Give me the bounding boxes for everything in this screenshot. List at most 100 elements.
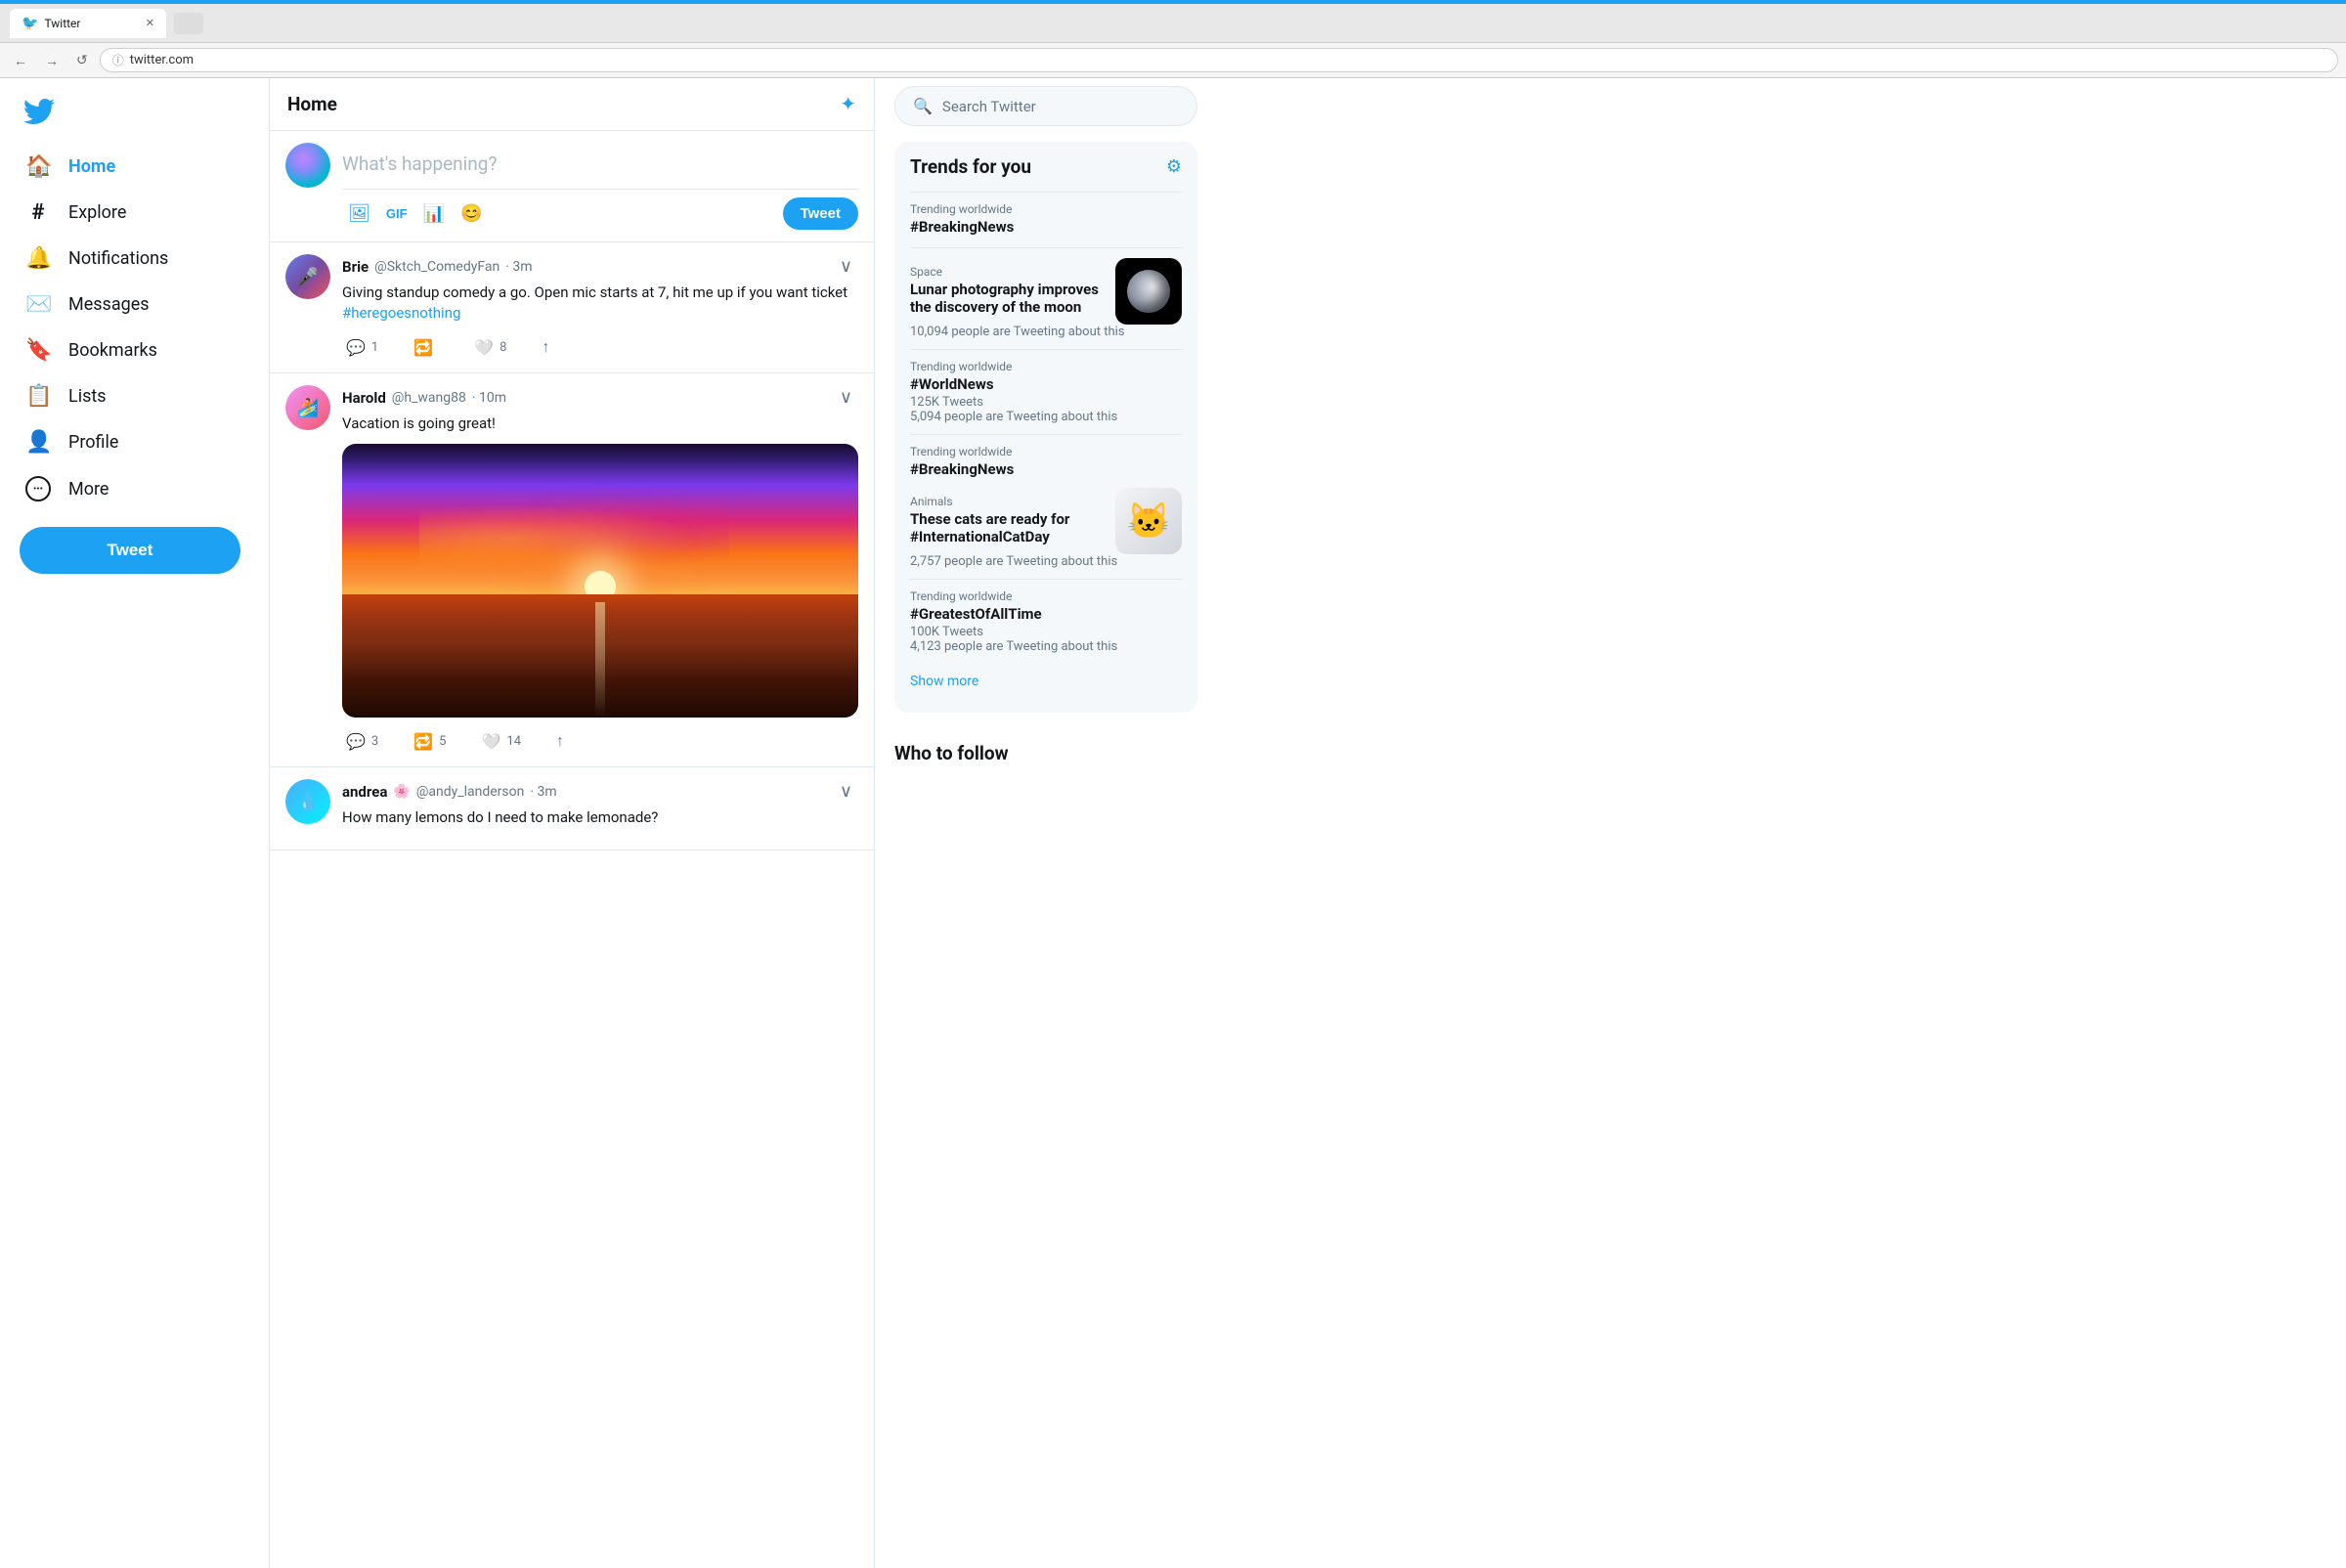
search-box[interactable]: 🔍 Search Twitter <box>894 86 1197 126</box>
tweet-header-andrea: andrea 🌸 @andy_landerson · 3m ∨ <box>342 779 858 804</box>
retweet-count-harold: 5 <box>439 734 446 749</box>
tweet-more-button-andrea[interactable]: ∨ <box>834 779 858 804</box>
nav-item-more[interactable]: ••• More <box>12 466 257 511</box>
forward-button[interactable]: → <box>39 51 65 70</box>
tweet-handle-harold: @h_wang88 <box>392 390 466 406</box>
nav-item-home[interactable]: 🏠 Home <box>12 145 257 189</box>
feed-title: Home <box>287 93 337 115</box>
back-button[interactable]: ← <box>8 51 33 70</box>
trend-tag-1: Lunar photography improves the discovery… <box>910 281 1115 316</box>
tweet-time-andrea: · 3m <box>530 784 556 800</box>
tab-close-button[interactable]: ✕ <box>146 17 154 29</box>
andrea-emoji: 🌸 <box>393 784 410 800</box>
trend-item-3[interactable]: Trending worldwide #BreakingNews Animals… <box>910 434 1182 579</box>
share-action-harold[interactable]: ↑ <box>552 727 568 755</box>
like-icon: 🤍 <box>474 338 494 357</box>
reply-action-harold[interactable]: 💬 3 <box>342 727 382 755</box>
tweet-name-brie: Brie <box>342 258 369 276</box>
nav-label-home: Home <box>68 156 115 177</box>
nav-item-notifications[interactable]: 🔔 Notifications <box>12 237 257 281</box>
reply-icon: 💬 <box>346 338 366 357</box>
browser-chrome: 🐦 Twitter ✕ <box>0 4 2346 43</box>
address-text: twitter.com <box>130 53 194 67</box>
sparkle-icon[interactable]: ✦ <box>840 92 856 116</box>
trend-category-3: Trending worldwide <box>910 445 1182 458</box>
nav-label-explore: Explore <box>68 202 126 223</box>
tweet-time-brie: · 3m <box>505 259 532 275</box>
tweet-item[interactable]: 🎤 Brie @Sktch_ComedyFan · 3m ∨ Giving st… <box>270 242 874 373</box>
trend-with-image-cats: Animals These cats are ready for #Intern… <box>910 488 1182 554</box>
poll-button[interactable]: 📊 <box>417 197 451 230</box>
lists-icon: 📋 <box>25 384 51 409</box>
trend-thumb-moon <box>1115 258 1182 325</box>
share-action-brie[interactable]: ↑ <box>538 333 553 361</box>
address-bar[interactable]: ⓘ twitter.com <box>100 48 2338 72</box>
trend-category-1: Space <box>910 265 1115 279</box>
tweet-avatar-brie: 🎤 <box>285 254 330 299</box>
nav-label-notifications: Notifications <box>68 248 168 269</box>
trend-text-1: Space Lunar photography improves the dis… <box>910 265 1115 318</box>
tweet-user-info-brie: Brie @Sktch_ComedyFan · 3m <box>342 258 533 276</box>
trends-settings-icon[interactable]: ⚙ <box>1166 156 1182 177</box>
nav-label-bookmarks: Bookmarks <box>68 340 157 361</box>
new-tab-button[interactable] <box>174 13 203 34</box>
home-icon: 🏠 <box>25 154 51 179</box>
bookmarks-icon: 🔖 <box>25 338 51 363</box>
trend-category-0: Trending worldwide <box>910 202 1182 216</box>
tweet-more-button-harold[interactable]: ∨ <box>834 385 858 410</box>
tweet-handle-andrea: @andy_landerson <box>416 784 525 800</box>
tweet-actions-brie: 💬 1 🔁 🤍 8 ↑ <box>342 333 858 361</box>
browser-nav: ← → ↺ ⓘ twitter.com <box>0 43 2346 78</box>
twitter-logo[interactable] <box>12 86 257 141</box>
search-placeholder: Search Twitter <box>942 98 1036 115</box>
tweet-avatar-harold: 🏄 <box>285 385 330 430</box>
sunset-image <box>342 444 858 718</box>
emoji-button[interactable]: 😊 <box>455 197 488 230</box>
compose-input[interactable]: What's happening? <box>342 143 858 189</box>
show-more-link[interactable]: Show more <box>910 664 1182 699</box>
reply-count-brie: 1 <box>371 340 378 355</box>
address-info-icon: ⓘ <box>112 52 124 68</box>
trend-extra-5: 4,123 people are Tweeting about this <box>910 639 1182 654</box>
trend-item-5[interactable]: Trending worldwide #GreatestOfAllTime 10… <box>910 579 1182 664</box>
retweet-action-brie[interactable]: 🔁 <box>410 333 443 361</box>
trend-item-2[interactable]: Trending worldwide #WorldNews 125K Tweet… <box>910 349 1182 434</box>
like-action-harold[interactable]: 🤍 14 <box>477 727 525 755</box>
nav-item-messages[interactable]: ✉️ Messages <box>12 283 257 327</box>
tweet-more-button-brie[interactable]: ∨ <box>834 254 858 279</box>
nav-item-profile[interactable]: 👤 Profile <box>12 420 257 464</box>
sidebar: 🏠 Home # Explore 🔔 Notifications ✉️ Mess… <box>0 78 269 1568</box>
nav-item-bookmarks[interactable]: 🔖 Bookmarks <box>12 328 257 372</box>
tweet-item-andrea[interactable]: 💧 andrea 🌸 @andy_landerson · 3m ∨ How ma… <box>270 767 874 850</box>
refresh-button[interactable]: ↺ <box>70 50 94 70</box>
browser-tab[interactable]: 🐦 Twitter ✕ <box>10 9 166 38</box>
reply-action-brie[interactable]: 💬 1 <box>342 333 382 361</box>
sidebar-tweet-button[interactable]: Tweet <box>20 527 240 574</box>
compose-tweet-button[interactable]: Tweet <box>783 197 858 230</box>
retweet-action-harold[interactable]: 🔁 5 <box>410 727 450 755</box>
nav-item-lists[interactable]: 📋 Lists <box>12 374 257 418</box>
tweet-hashtag-brie[interactable]: #heregoesnothing <box>342 304 460 322</box>
tweet-user-info-andrea: andrea 🌸 @andy_landerson · 3m <box>342 783 557 801</box>
tweet-text-andrea: How many lemons do I need to make lemona… <box>342 807 858 828</box>
nav-item-explore[interactable]: # Explore <box>12 191 257 235</box>
brie-avatar-image: 🎤 <box>285 254 330 299</box>
trend-item-1[interactable]: Space Lunar photography improves the dis… <box>910 247 1182 349</box>
tweet-item-harold[interactable]: 🏄 Harold @h_wang88 · 10m ∨ Vacation is g… <box>270 373 874 767</box>
trend-count-2: 125K Tweets <box>910 395 1182 410</box>
tweet-content-harold: Harold @h_wang88 · 10m ∨ Vacation is goi… <box>342 385 858 755</box>
tweet-text-harold: Vacation is going great! <box>342 414 858 434</box>
who-to-follow-title: Who to follow <box>894 728 1197 772</box>
compose-right: What's happening? 🖼 GIF 📊 😊 Tweet <box>342 143 858 230</box>
trend-tag-2: #WorldNews <box>910 375 1182 393</box>
trend-item-0[interactable]: Trending worldwide #BreakingNews <box>910 192 1182 247</box>
tweet-actions-harold: 💬 3 🔁 5 🤍 14 ↑ <box>342 727 858 755</box>
nav-label-profile: Profile <box>68 432 118 453</box>
image-upload-button[interactable]: 🖼 <box>342 197 376 230</box>
explore-icon: # <box>25 200 51 225</box>
gif-button[interactable]: GIF <box>380 197 413 230</box>
right-sidebar: 🔍 Search Twitter Trends for you ⚙ Trendi… <box>875 78 1217 1568</box>
trend-count-5: 100K Tweets <box>910 625 1182 639</box>
like-count-harold: 14 <box>506 734 521 749</box>
like-action-brie[interactable]: 🤍 8 <box>470 333 510 361</box>
